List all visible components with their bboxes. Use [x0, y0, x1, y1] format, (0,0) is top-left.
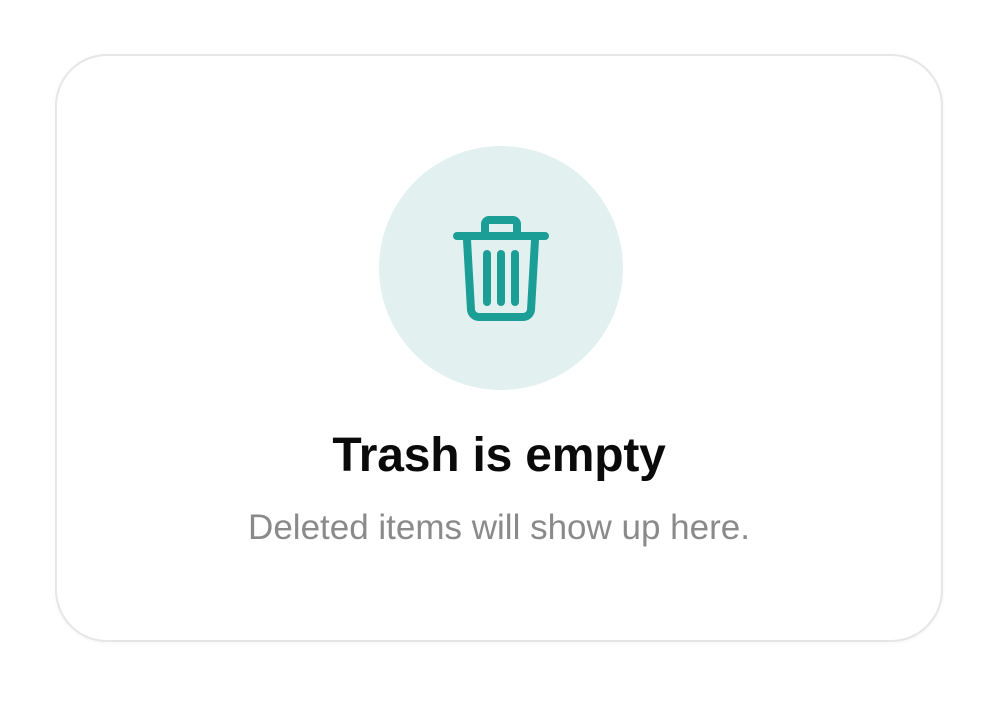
empty-state-card: Trash is empty Deleted items will show u… [55, 54, 943, 642]
empty-state-title: Trash is empty [332, 429, 666, 482]
icon-badge [379, 146, 623, 390]
trash-can-icon [453, 216, 549, 321]
empty-state-message: Deleted items will show up here. [248, 508, 750, 547]
